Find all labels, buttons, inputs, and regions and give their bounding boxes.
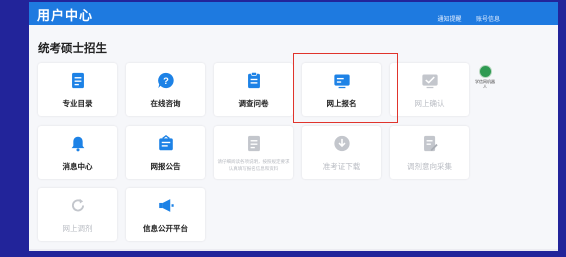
doc-icon xyxy=(71,72,84,89)
tile-label: 在线咨询 xyxy=(150,99,181,108)
app-title: 用户中心 xyxy=(37,8,94,23)
tile-survey[interactable]: 调查问卷 xyxy=(214,63,293,116)
tile-label: 调查问卷 xyxy=(238,99,269,108)
notifications-link[interactable]: 通知提醒 xyxy=(438,17,462,23)
file-edit-icon xyxy=(423,135,438,152)
tile-label: 网报公告 xyxy=(150,162,181,171)
tile-label: 网上调剂 xyxy=(62,224,93,233)
megaphone-icon xyxy=(158,199,174,212)
bottom-strip xyxy=(29,249,558,251)
tile-label: 专业目录 xyxy=(62,99,93,108)
tile-online-confirm[interactable]: 网上确认 xyxy=(390,63,469,116)
highlight-box xyxy=(293,53,398,123)
account-info-link[interactable]: 账号信息 xyxy=(476,17,500,23)
svg-text:?: ? xyxy=(163,76,169,86)
clipboard-icon xyxy=(247,72,260,89)
tile-major-catalog[interactable]: 专业目录 xyxy=(38,63,117,116)
tile-registration-notice[interactable]: 网报公告 xyxy=(126,126,205,179)
robot-icon xyxy=(478,65,492,78)
tile-label: 网上确认 xyxy=(414,99,445,108)
app-window: 用户中心 通知提醒 账号信息 统考硕士招生 专业目录 ? 在线咨询 调查问卷 网… xyxy=(29,2,558,251)
tile-form-note[interactable]: 请仔细阅读各项说明，按照规定要求认真填写报名信息和资料 xyxy=(214,126,293,179)
assistant-label: 学信网机器人 xyxy=(475,79,495,89)
top-links: 通知提醒 账号信息 xyxy=(428,8,500,26)
chat-question-icon: ? xyxy=(157,72,174,89)
tile-label: 准考证下载 xyxy=(322,162,361,171)
outer-frame: 用户中心 通知提醒 账号信息 统考硕士招生 专业目录 ? 在线咨询 调查问卷 网… xyxy=(0,0,566,257)
tile-online-adjustment[interactable]: 网上调剂 xyxy=(38,188,117,241)
top-bar: 用户中心 通知提醒 账号信息 xyxy=(29,2,558,25)
tile-label: 调剂意向采集 xyxy=(407,162,452,171)
notice-icon xyxy=(158,135,173,151)
tile-label: 消息中心 xyxy=(62,162,93,171)
tile-online-consult[interactable]: ? 在线咨询 xyxy=(126,63,205,116)
bell-icon xyxy=(71,136,84,152)
check-card-icon xyxy=(421,74,438,89)
tile-message-center[interactable]: 消息中心 xyxy=(38,126,117,179)
refresh-icon xyxy=(71,198,84,212)
tile-label: 信息公开平台 xyxy=(143,224,188,233)
tile-admission-ticket[interactable]: 准考证下载 xyxy=(302,126,381,179)
section-title: 统考硕士招生 xyxy=(38,43,107,55)
assistant-robot[interactable]: 学信网机器人 xyxy=(475,65,495,93)
tile-note: 请仔细阅读各项说明，按照规定要求认真填写报名信息和资料 xyxy=(217,159,290,171)
tile-info-disclosure[interactable]: 信息公开平台 xyxy=(126,188,205,241)
tile-adjustment-intention[interactable]: 调剂意向采集 xyxy=(390,126,469,179)
form-icon xyxy=(247,135,260,152)
download-icon xyxy=(333,135,350,152)
